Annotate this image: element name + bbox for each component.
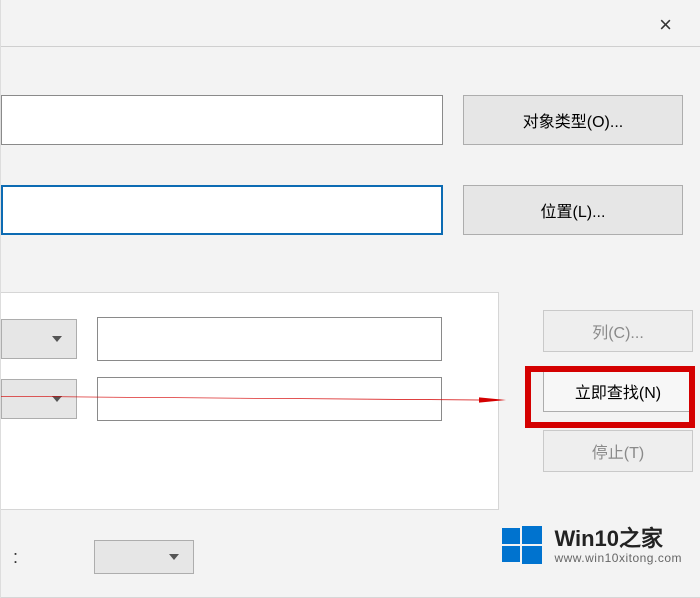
bottom-row: : — [13, 540, 194, 574]
chevron-down-icon — [52, 336, 62, 342]
side-buttons: 列(C)... 立即查找(N) 停止(T) — [543, 310, 693, 472]
find-now-button[interactable]: 立即查找(N) — [543, 370, 693, 412]
top-section: 对象类型(O)... 位置(L)... — [1, 95, 700, 275]
bottom-dropdown[interactable] — [94, 540, 194, 574]
close-button[interactable]: × — [659, 12, 672, 38]
object-type-field[interactable] — [1, 95, 443, 145]
stop-button: 停止(T) — [543, 430, 693, 472]
location-field[interactable] — [1, 185, 443, 235]
windows-logo-icon — [500, 524, 544, 568]
watermark-title: Win10之家 — [554, 526, 682, 551]
bottom-colon: : — [13, 547, 18, 568]
columns-button-label: 列(C)... — [592, 319, 644, 343]
chevron-down-icon — [169, 554, 179, 560]
object-type-row: 对象类型(O)... — [1, 95, 700, 145]
divider-line — [1, 46, 700, 47]
criteria-input-1[interactable] — [97, 317, 442, 361]
criteria-input-2[interactable] — [97, 377, 442, 421]
columns-button: 列(C)... — [543, 310, 693, 352]
criteria-panel — [1, 292, 499, 510]
watermark-text: Win10之家 www.win10xitong.com — [554, 526, 682, 565]
object-types-button[interactable]: 对象类型(O)... — [463, 95, 683, 145]
criteria-dropdown-2[interactable] — [1, 379, 77, 419]
close-icon: × — [659, 12, 672, 37]
chevron-down-icon — [52, 396, 62, 402]
watermark-url: www.win10xitong.com — [554, 552, 682, 566]
criteria-dropdown-1[interactable] — [1, 319, 77, 359]
criteria-row-2 — [1, 377, 442, 421]
find-now-button-label: 立即查找(N) — [575, 379, 661, 403]
location-button[interactable]: 位置(L)... — [463, 185, 683, 235]
location-row: 位置(L)... — [1, 185, 700, 235]
object-types-button-label: 对象类型(O)... — [523, 108, 623, 132]
watermark: Win10之家 www.win10xitong.com — [500, 524, 682, 568]
stop-button-label: 停止(T) — [592, 439, 644, 463]
location-button-label: 位置(L)... — [541, 198, 606, 222]
criteria-row-1 — [1, 317, 442, 361]
